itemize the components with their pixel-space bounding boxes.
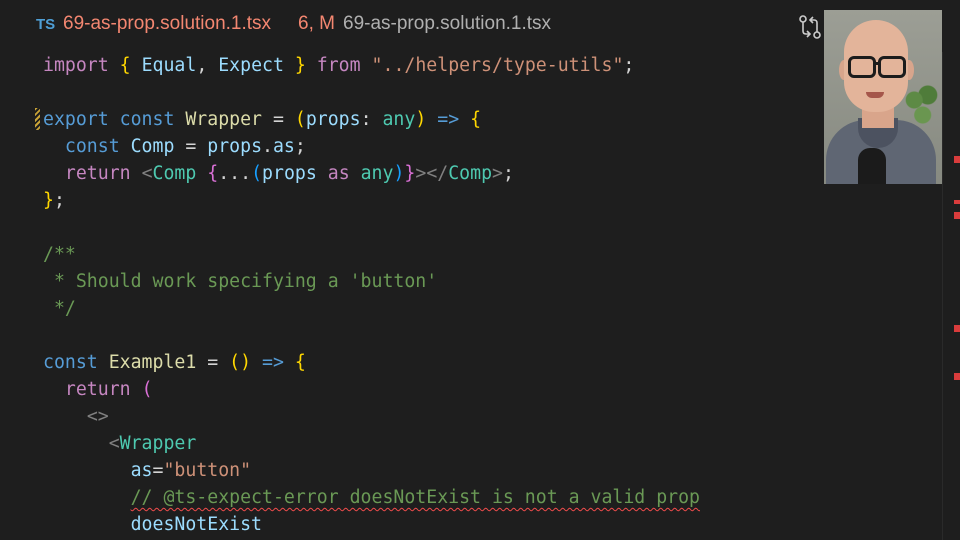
code-line: const Example1 = () => { (43, 352, 306, 373)
modified-line-gutter-marker (35, 108, 40, 130)
code-line: doesNotExist (130, 514, 263, 535)
breadcrumb[interactable]: 69-as-prop.solution.1.tsx (343, 13, 551, 35)
code-comment: /** (43, 244, 76, 265)
presenter-webcam (824, 10, 942, 184)
git-compare-icon[interactable] (797, 14, 823, 40)
code-comment: * Should work specifying a 'button' (43, 271, 438, 292)
code-line: import { Equal, Expect } from "../helper… (43, 55, 635, 76)
editor-tab-bar: TS 69-as-prop.solution.1.tsx 6, M 69-as-… (0, 0, 960, 52)
error-marker (954, 200, 960, 204)
error-marker (954, 212, 960, 219)
code-line: return ( (64, 379, 153, 400)
error-marker (954, 156, 960, 163)
code-line: as="button" (130, 460, 252, 481)
editor-ruler (942, 52, 943, 540)
typescript-file-icon: TS (36, 16, 56, 33)
active-tab-filename[interactable]: 69-as-prop.solution.1.tsx (63, 13, 271, 35)
code-line: const Comp = props.as; (64, 136, 306, 157)
error-squiggle-comment[interactable]: // @ts-expect-error doesNotExist is not … (131, 487, 700, 508)
code-line: return <Comp {...(props as any)}></Comp>… (64, 163, 514, 184)
code-line-error: // @ts-expect-error doesNotExist is not … (43, 484, 700, 511)
error-marker (954, 373, 960, 380)
error-marker (954, 325, 960, 332)
code-line: export const Wrapper = (props: any) => { (43, 109, 482, 130)
tab-problem-status: 6, M (298, 13, 335, 34)
code-line: <Wrapper (108, 433, 197, 454)
code-line: <> (86, 406, 109, 427)
overview-ruler-scrollbar[interactable] (944, 52, 960, 540)
code-line: }; (43, 190, 65, 211)
code-comment: */ (43, 298, 76, 319)
